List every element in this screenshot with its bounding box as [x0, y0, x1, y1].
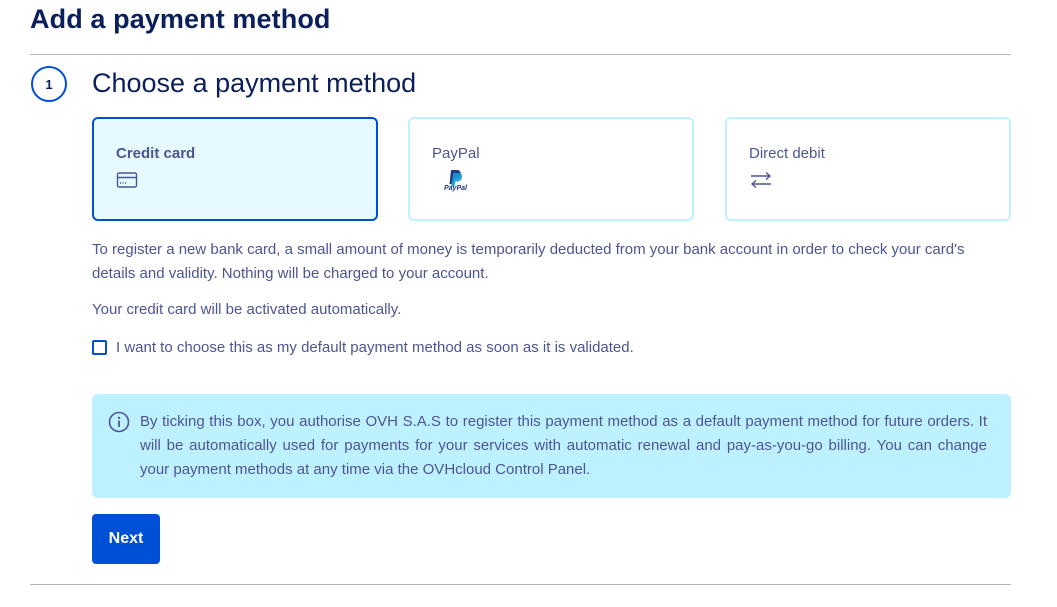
step-number-badge: 1: [31, 66, 67, 102]
default-method-checkbox-row[interactable]: I want to choose this as my default paym…: [92, 339, 634, 356]
step-title: Choose a payment method: [92, 68, 417, 98]
page-title: Add a payment method: [30, 4, 331, 34]
payment-option-label: Credit card: [116, 145, 196, 162]
top-divider: [30, 54, 1011, 55]
payment-option-paypal[interactable]: PayPal PayPal: [408, 117, 694, 221]
payment-option-credit-card[interactable]: Credit card: [92, 117, 378, 221]
bottom-divider: [30, 584, 1011, 585]
info-icon: [108, 411, 130, 438]
paypal-logo-text: PayPal: [444, 185, 467, 192]
payment-option-direct-debit[interactable]: Direct debit: [725, 117, 1011, 221]
info-message-box: By ticking this box, you authorise OVH S…: [92, 394, 1011, 498]
credit-card-icon: [116, 171, 138, 194]
next-button[interactable]: Next: [92, 514, 160, 564]
transfer-arrows-icon: [749, 171, 773, 194]
payment-method-page: Add a payment method 1 Choose a payment …: [0, 0, 1057, 607]
payment-option-label: Direct debit: [749, 145, 825, 162]
info-message-text: By ticking this box, you authorise OVH S…: [140, 413, 987, 478]
payment-option-label: PayPal: [432, 145, 480, 162]
card-activation-note: Your credit card will be activated autom…: [92, 301, 402, 318]
default-method-checkbox-label: I want to choose this as my default paym…: [116, 339, 634, 356]
default-method-checkbox[interactable]: [92, 340, 107, 355]
card-verification-description: To register a new bank card, a small amo…: [92, 241, 965, 282]
